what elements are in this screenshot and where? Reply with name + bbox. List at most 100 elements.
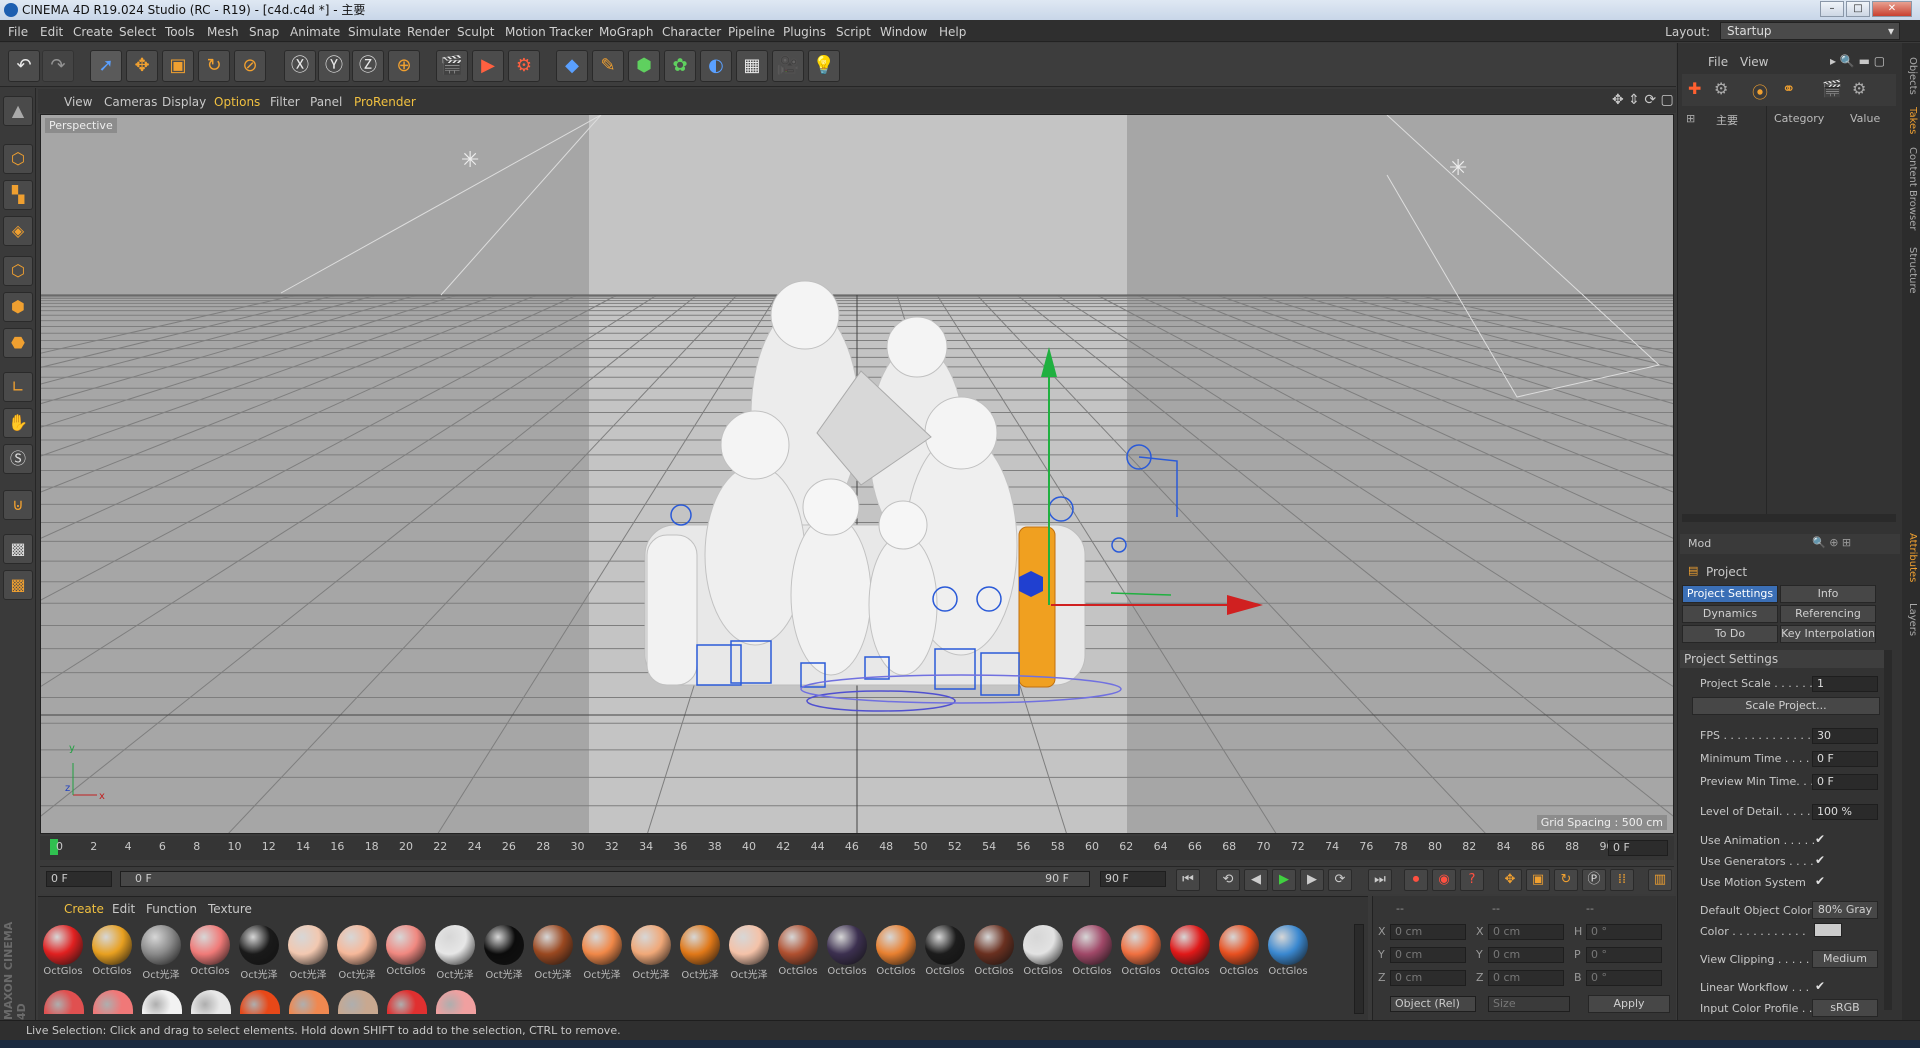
menu-tools[interactable]: Tools xyxy=(165,25,195,39)
material-swatch[interactable]: Oct光泽 xyxy=(432,924,478,981)
auto-keying-icon[interactable]: ◉ xyxy=(1432,869,1456,891)
material-swatch[interactable]: OctGlos xyxy=(922,924,968,977)
dropdown-default-object-color[interactable]: 80% Gray xyxy=(1812,901,1878,919)
tab-dynamics[interactable]: Dynamics xyxy=(1682,605,1778,623)
coord-value-field[interactable]: 0 ° xyxy=(1586,970,1662,986)
menu-simulate[interactable]: Simulate xyxy=(348,25,401,39)
coord-value-field[interactable]: 0 cm xyxy=(1390,947,1466,963)
go-to-start-icon[interactable]: ⏮ xyxy=(1176,869,1200,891)
tab-project-settings[interactable]: Project Settings xyxy=(1682,585,1778,603)
material-swatch[interactable]: Oct光泽 xyxy=(726,924,772,981)
rotate-tool-icon[interactable]: ↻ xyxy=(198,50,230,82)
objects-scrollbar[interactable] xyxy=(1682,514,1896,522)
mat-menu-function[interactable]: Function xyxy=(146,902,197,916)
value-minimum-time[interactable]: 0 F xyxy=(1812,751,1878,767)
recent-tool-icon[interactable]: ⊘ xyxy=(234,50,266,82)
layout-dropdown[interactable]: Startup ▾ xyxy=(1720,22,1900,40)
material-swatch[interactable]: Oct光泽 xyxy=(530,924,576,981)
mat-menu-texture[interactable]: Texture xyxy=(208,902,252,916)
objects-menu-view[interactable]: View xyxy=(1740,55,1768,69)
key-parameter-icon[interactable]: Ⓟ xyxy=(1582,869,1606,891)
material-swatch[interactable]: OctGlos xyxy=(1118,924,1164,977)
minimize-icon[interactable]: – xyxy=(1820,1,1844,17)
axis-mode-icon[interactable]: ∟ xyxy=(3,372,33,402)
floor-scene-icon[interactable]: ▦ xyxy=(736,50,768,82)
menu-render[interactable]: Render xyxy=(407,25,450,39)
coord-value-field[interactable]: 0 ° xyxy=(1586,947,1662,963)
previous-frame-icon[interactable]: ◀ xyxy=(1244,869,1268,891)
side-tab-objects[interactable]: Objects xyxy=(1904,57,1918,95)
side-tab-attributes[interactable]: Attributes xyxy=(1904,533,1918,582)
coord-size-dropdown[interactable]: Size xyxy=(1488,996,1570,1012)
mograph-cloner-icon[interactable]: ✿ xyxy=(664,50,696,82)
menu-create[interactable]: Create xyxy=(73,25,113,39)
vp-menu-panel[interactable]: Panel xyxy=(310,95,342,109)
maximize-icon[interactable]: □ xyxy=(1846,1,1870,17)
undo-icon[interactable]: ↶ xyxy=(8,50,40,82)
material-swatch[interactable]: Oct光泽 xyxy=(236,924,282,981)
side-tab-content-browser[interactable]: Content Browser xyxy=(1904,147,1918,230)
scale-tool-icon[interactable]: ▣ xyxy=(162,50,194,82)
take-auto-icon[interactable]: ⦿ xyxy=(1752,79,1768,103)
texture-mode-icon[interactable]: ▚ xyxy=(3,180,33,210)
coord-value-field[interactable]: 0 cm xyxy=(1488,970,1564,986)
material-swatch[interactable]: OctGlos xyxy=(775,924,821,977)
move-tool-icon[interactable]: ✥ xyxy=(126,50,158,82)
solo-mode-icon[interactable]: Ⓢ xyxy=(3,444,33,474)
take-new-icon[interactable]: ✚ xyxy=(1688,79,1701,98)
checkbox-use-motion-system[interactable]: ✔ xyxy=(1815,874,1825,888)
y-axis-lock-icon[interactable]: Ⓨ xyxy=(318,50,350,82)
coordinate-system-icon[interactable]: ⊕ xyxy=(388,50,420,82)
menu-pipeline[interactable]: Pipeline xyxy=(728,25,775,39)
material-swatch[interactable]: OctGlos xyxy=(1020,924,1066,977)
close-icon[interactable]: ✕ xyxy=(1872,1,1912,17)
menu-file[interactable]: File xyxy=(8,25,28,39)
material-swatch[interactable]: OctGlos xyxy=(1069,924,1115,977)
workplane-mode-icon[interactable]: ◈ xyxy=(3,216,33,246)
menu-motion-tracker[interactable]: Motion Tracker xyxy=(505,25,593,39)
frame-range-slider[interactable]: 0 F 90 F xyxy=(120,871,1090,887)
material-swatch[interactable]: OctGlos xyxy=(1216,924,1262,977)
timeline-window-icon[interactable]: ▥ xyxy=(1648,869,1672,891)
side-tab-layers[interactable]: Layers xyxy=(1904,603,1918,636)
cube-object-icon[interactable]: ◆ xyxy=(556,50,588,82)
key-rotation-icon[interactable]: ↻ xyxy=(1554,869,1578,891)
dropdown-view-clipping[interactable]: Medium xyxy=(1812,950,1878,968)
take-render-icon[interactable]: 🎬 xyxy=(1822,79,1842,98)
material-swatch[interactable]: Oct光泽 xyxy=(285,924,331,981)
value-level-of-detail[interactable]: 100 % xyxy=(1812,804,1878,820)
end-frame-field[interactable]: 90 F xyxy=(1100,871,1166,887)
start-frame-field[interactable]: 0 F xyxy=(46,871,112,887)
value-project-scale[interactable]: 1 xyxy=(1812,676,1878,692)
tab-to-do[interactable]: To Do xyxy=(1682,625,1778,643)
checkbox-linear-workflow[interactable]: ✔ xyxy=(1815,979,1825,993)
generator-icon[interactable]: ⬢ xyxy=(628,50,660,82)
vp-menu-cameras[interactable]: Cameras xyxy=(104,95,157,109)
key-position-icon[interactable]: ✥ xyxy=(1498,869,1522,891)
take-override-icon[interactable]: ⚙ xyxy=(1714,79,1728,98)
vp-menu-filter[interactable]: Filter xyxy=(270,95,300,109)
menu-snap[interactable]: Snap xyxy=(249,25,279,39)
redo-icon[interactable]: ↷ xyxy=(42,50,74,82)
material-swatch[interactable]: OctGlos xyxy=(873,924,919,977)
tab-info[interactable]: Info xyxy=(1780,585,1876,603)
attributes-scrollbar[interactable] xyxy=(1884,650,1892,1010)
vp-menu-options[interactable]: Options xyxy=(214,95,260,109)
menu-window[interactable]: Window xyxy=(880,25,927,39)
side-tab-structure[interactable]: Structure xyxy=(1904,247,1918,294)
material-swatch[interactable]: OctGlos xyxy=(383,924,429,977)
material-swatch[interactable]: OctGlos xyxy=(824,924,870,977)
value-preview-min-time[interactable]: 0 F xyxy=(1812,774,1878,790)
next-key-icon[interactable]: ⟳ xyxy=(1328,869,1352,891)
checkbox-use-generators[interactable]: ✔ xyxy=(1815,853,1825,867)
menu-select[interactable]: Select xyxy=(119,25,156,39)
record-keys-icon[interactable]: ⏺ xyxy=(1404,869,1428,891)
coord-value-field[interactable]: 0 ° xyxy=(1586,924,1662,940)
coord-value-field[interactable]: 0 cm xyxy=(1390,924,1466,940)
coord-mode-dropdown[interactable]: Object (Rel) xyxy=(1390,996,1476,1012)
material-swatch[interactable]: Oct光泽 xyxy=(138,924,184,981)
camera-icon[interactable]: 🎥 xyxy=(772,50,804,82)
coord-value-field[interactable]: 0 cm xyxy=(1488,947,1564,963)
menu-mesh[interactable]: Mesh xyxy=(207,25,239,39)
z-axis-lock-icon[interactable]: Ⓩ xyxy=(352,50,384,82)
